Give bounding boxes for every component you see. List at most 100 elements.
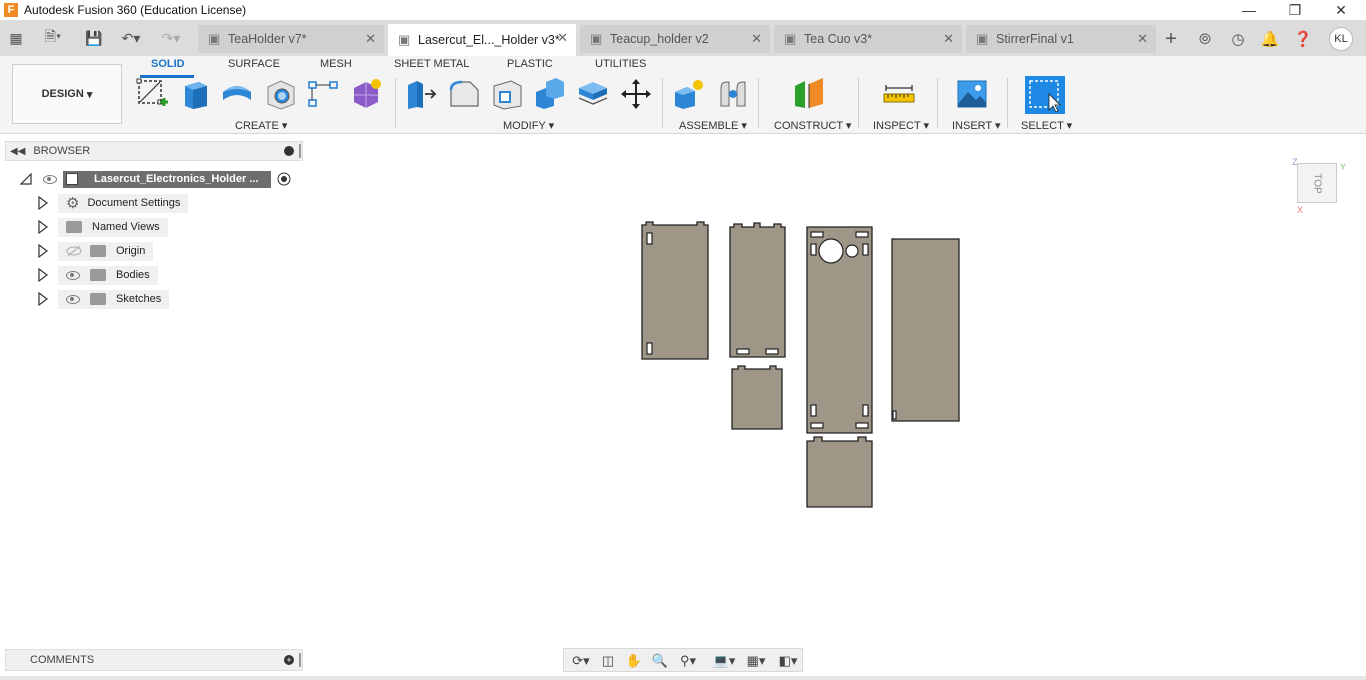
expanded-triangle-icon[interactable] [20,173,32,185]
maximize-icon[interactable]: ❐ [1272,0,1318,20]
select-group-label[interactable]: SELECT ▾ [1021,119,1072,132]
press-pull-icon[interactable] [405,78,437,110]
slot-cutout [810,243,817,256]
browser-minimize-icon[interactable] [284,146,294,156]
notifications-bell-icon[interactable]: 🔔 [1259,28,1281,50]
viewcube[interactable]: TOP [1297,163,1337,203]
component-cube-icon: ▣ [976,31,989,46]
tab-utilities[interactable]: UTILITIES [595,58,646,70]
fillet-icon[interactable] [448,78,480,110]
doc-tab-lasercut[interactable]: ▣ Lasercut_El..._Holder v3* ✕ [388,24,576,56]
browser-item-named-views[interactable]: Named Views [38,217,168,237]
tab-mesh[interactable]: MESH [320,58,352,70]
browser-item-sketches[interactable]: Sketches [38,289,170,309]
workspace-switcher-button[interactable]: DESIGN ▾ [12,64,122,124]
look-at-icon[interactable]: ◫ [598,652,618,670]
expand-triangle-icon[interactable] [38,244,48,258]
combine-icon[interactable] [534,78,566,110]
visibility-eye-icon[interactable] [66,270,80,280]
zoom-icon[interactable]: 🔍 [650,652,670,670]
offset-face-icon[interactable] [577,78,609,110]
root-component-label[interactable]: Lasercut_Electronics_Holder ... [63,170,271,188]
create-form-icon[interactable] [350,78,382,110]
expand-triangle-icon[interactable] [38,268,48,282]
close-tab-icon[interactable]: ✕ [557,30,568,46]
tab-solid[interactable]: SOLID [151,58,185,70]
doc-tab-stirrerfinal[interactable]: ▣ StirrerFinal v1 ✕ [966,25,1156,53]
close-tab-icon[interactable]: ✕ [751,31,762,47]
named-views-label[interactable]: Named Views [58,217,168,237]
visibility-eye-icon[interactable] [43,174,57,184]
extrude-icon[interactable] [179,78,211,110]
orbit-icon[interactable]: ⟳▾ [568,652,594,670]
insert-image-icon[interactable] [956,78,988,110]
tab-plastic[interactable]: PLASTIC [507,58,553,70]
expand-triangle-icon[interactable] [38,196,48,210]
create-sketch-icon[interactable] [136,78,168,110]
inspect-group-label[interactable]: INSPECT ▾ [873,119,929,132]
shell-icon[interactable] [491,78,523,110]
revolve-icon[interactable] [221,78,253,110]
fit-window-icon[interactable]: ⚲▾ [674,652,702,670]
redo-icon[interactable]: ↷▾ [156,28,186,48]
comments-panel: COMMENTS + [5,649,303,671]
data-panel-grid-icon[interactable]: ▦ [6,28,26,48]
insert-group-label[interactable]: INSERT ▾ [952,119,1001,132]
folder-icon [66,221,82,233]
pan-hand-icon[interactable]: ✋ [624,652,644,670]
close-tab-icon[interactable]: ✕ [365,31,376,47]
add-comment-icon[interactable]: + [284,655,294,665]
slot-cutout [855,231,869,238]
select-icon[interactable] [1025,76,1065,114]
collapse-panel-icon[interactable]: ◀◀ [10,146,25,157]
browser-root-row[interactable]: Lasercut_Electronics_Holder ... [20,169,291,189]
assemble-group-label[interactable]: ASSEMBLE ▾ [679,119,747,132]
doc-tab-tea-cuo[interactable]: ▣ Tea Cuo v3* ✕ [774,25,962,53]
extensions-icon[interactable]: ⦾ [1194,28,1216,50]
document-settings-label[interactable]: ⚙ Document Settings [58,193,189,213]
slot-cutout [765,348,779,355]
user-avatar[interactable]: KL [1329,27,1353,51]
modify-group-label[interactable]: MODIFY ▾ [503,119,554,132]
panel-resize-handle[interactable] [299,653,301,667]
bodies-label[interactable]: Bodies [58,265,158,285]
hole-icon[interactable] [265,78,297,110]
move-copy-icon[interactable] [620,78,652,110]
undo-icon[interactable]: ↶▾ [116,28,146,48]
save-icon[interactable]: 💾 [84,28,104,48]
measure-icon[interactable] [883,78,915,110]
panel-resize-handle[interactable] [299,144,301,158]
help-icon[interactable]: ❓ [1292,28,1314,50]
joint-icon[interactable] [717,78,749,110]
close-tab-icon[interactable]: ✕ [1137,31,1148,47]
tab-sheet-metal[interactable]: SHEET METAL [394,58,469,70]
close-tab-icon[interactable]: ✕ [943,31,954,47]
new-component-icon[interactable] [673,78,705,110]
minimize-icon[interactable]: — [1226,0,1272,20]
close-icon[interactable]: ✕ [1318,0,1364,20]
file-menu-icon[interactable]: 🗎▾ [38,28,68,48]
doc-tab-teacup-holder[interactable]: ▣ Teacup_holder v2 ✕ [580,25,770,53]
construct-group-label[interactable]: CONSTRUCT ▾ [774,119,851,132]
design-canvas[interactable] [630,215,970,515]
expand-triangle-icon[interactable] [38,292,48,306]
viewports-icon[interactable]: ◧▾ [774,652,802,670]
expand-triangle-icon[interactable] [38,220,48,234]
browser-item-bodies[interactable]: Bodies [38,265,158,285]
display-settings-icon[interactable]: 💻▾ [710,652,738,670]
hidden-eye-icon[interactable] [66,245,82,257]
origin-label[interactable]: Origin [58,241,154,261]
offset-plane-icon[interactable] [793,78,825,110]
browser-item-document-settings[interactable]: ⚙ Document Settings [38,193,189,213]
browser-item-origin[interactable]: Origin [38,241,154,261]
grid-snaps-icon[interactable]: ▦▾ [742,652,770,670]
doc-tab-teaholder[interactable]: ▣ TeaHolder v7* ✕ [198,25,384,53]
visibility-eye-icon[interactable] [66,294,80,304]
create-group-label[interactable]: CREATE ▾ [235,119,287,132]
new-tab-plus-icon[interactable]: + [1160,28,1182,50]
pattern-icon[interactable] [307,78,339,110]
tab-surface[interactable]: SURFACE [228,58,280,70]
job-status-clock-icon[interactable]: ◷ [1227,28,1249,50]
activate-radio-icon[interactable] [277,172,291,186]
sketches-label[interactable]: Sketches [58,289,170,309]
